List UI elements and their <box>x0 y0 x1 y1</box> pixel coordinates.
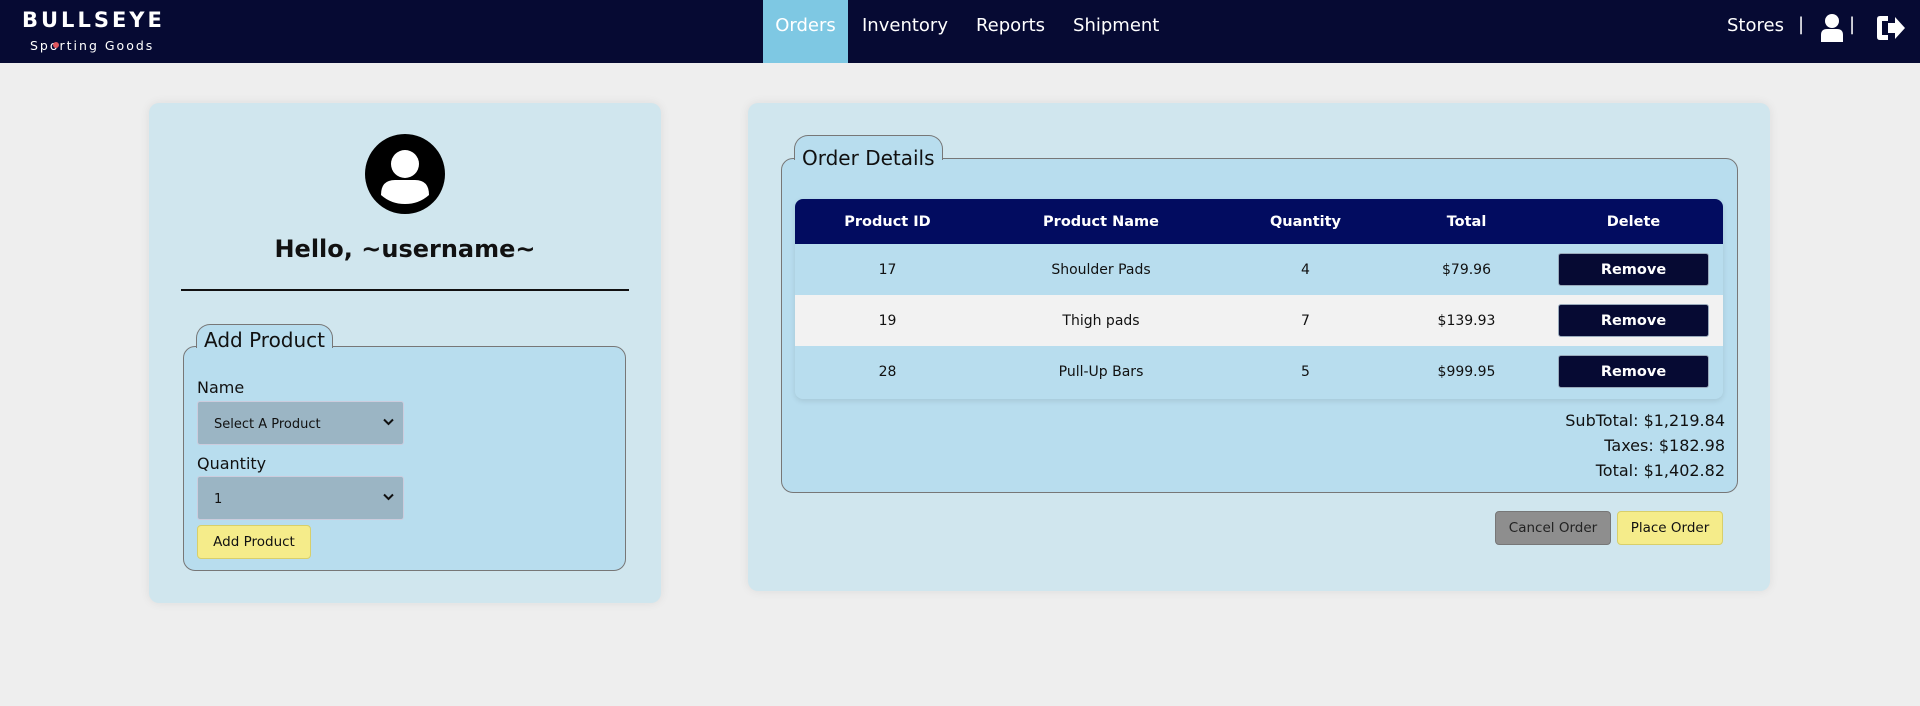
brand-tagline: Sporting Goods <box>30 38 155 53</box>
divider <box>181 289 629 291</box>
cell-total: $139.93 <box>1437 312 1496 329</box>
remove-button[interactable]: Remove <box>1558 304 1709 337</box>
place-order-button[interactable]: Place Order <box>1617 511 1723 545</box>
order-card: Order Details Product ID Product Name Qu… <box>748 103 1770 591</box>
add-product-form: Add Product Name Select A Product Quanti… <box>183 324 626 571</box>
col-product-name: Product Name <box>1043 213 1159 230</box>
chevron-down-icon <box>383 415 394 430</box>
cell-quantity: 4 <box>1301 261 1310 278</box>
cell-quantity: 5 <box>1301 363 1310 380</box>
order-table: Product ID Product Name Quantity Total D… <box>795 199 1723 399</box>
name-label: Name <box>197 378 245 397</box>
grand-total: Total: $1,402.82 <box>1595 461 1725 480</box>
cell-total: $999.95 <box>1437 363 1496 380</box>
nav-stores[interactable]: Stores <box>1727 15 1784 36</box>
add-product-button[interactable]: Add Product <box>197 525 311 559</box>
col-quantity: Quantity <box>1269 213 1342 230</box>
nav-shipment[interactable]: Shipment <box>1059 0 1173 63</box>
quantity-select[interactable]: 1 <box>197 476 404 520</box>
brand-logo[interactable]: BULLSEYE Sporting Goods <box>22 8 172 56</box>
avatar-icon <box>364 133 446 219</box>
top-nav: BULLSEYE Sporting Goods Orders Inventory… <box>0 0 1920 63</box>
remove-button[interactable]: Remove <box>1558 253 1709 286</box>
nav-orders[interactable]: Orders <box>763 0 848 63</box>
nav-links: Orders Inventory Reports Shipment <box>763 0 1173 63</box>
col-product-id: Product ID <box>844 213 931 230</box>
order-details-title: Order Details <box>794 135 943 170</box>
nav-inventory[interactable]: Inventory <box>848 0 962 63</box>
subtotal: SubTotal: $1,219.84 <box>1565 411 1725 430</box>
col-delete: Delete <box>1606 213 1661 230</box>
cell-quantity: 7 <box>1301 312 1310 329</box>
quantity-select-value: 1 <box>214 492 223 507</box>
user-icon[interactable] <box>1820 13 1844 46</box>
cell-product-id: 17 <box>878 261 897 278</box>
order-totals: SubTotal: $1,219.84 Taxes: $182.98 Total… <box>1565 408 1725 483</box>
brand-name: BULLSEYE <box>22 8 165 32</box>
add-product-title: Add Product <box>196 324 334 352</box>
quantity-label: Quantity <box>197 454 267 473</box>
greeting: Hello, ~username~ <box>274 235 536 263</box>
cell-delete: Remove <box>1544 295 1723 346</box>
product-select-value: Select A Product <box>214 417 321 432</box>
order-details: Order Details Product ID Product Name Qu… <box>781 135 1738 493</box>
taxes: Taxes: $182.98 <box>1604 436 1725 455</box>
product-select[interactable]: Select A Product <box>197 401 404 445</box>
nav-separator: | <box>1849 14 1856 35</box>
logo-dot <box>53 42 59 48</box>
table-row: 19 Thigh pads 7 $139.93 Remove <box>795 295 1723 346</box>
cancel-order-button[interactable]: Cancel Order <box>1495 511 1611 545</box>
nav-separator: | <box>1798 14 1805 35</box>
chevron-down-icon <box>383 490 394 505</box>
table-row: 28 Pull-Up Bars 5 $999.95 Remove <box>795 346 1723 397</box>
cell-delete: Remove <box>1544 244 1723 295</box>
profile-card: Hello, ~username~ Add Product Name Selec… <box>149 103 661 603</box>
logout-icon[interactable] <box>1876 14 1906 46</box>
cell-delete: Remove <box>1544 346 1723 397</box>
cell-product-name: Pull-Up Bars <box>1058 363 1144 380</box>
cell-product-id: 19 <box>878 312 897 329</box>
cell-product-id: 28 <box>878 363 897 380</box>
cell-total: $79.96 <box>1442 261 1491 278</box>
cell-product-name: Shoulder Pads <box>1051 261 1151 278</box>
table-header: Product ID Product Name Quantity Total D… <box>795 199 1723 244</box>
col-total: Total <box>1446 213 1487 230</box>
cell-product-name: Thigh pads <box>1062 312 1140 329</box>
table-row: 17 Shoulder Pads 4 $79.96 Remove <box>795 244 1723 295</box>
nav-reports[interactable]: Reports <box>962 0 1059 63</box>
remove-button[interactable]: Remove <box>1558 355 1709 388</box>
